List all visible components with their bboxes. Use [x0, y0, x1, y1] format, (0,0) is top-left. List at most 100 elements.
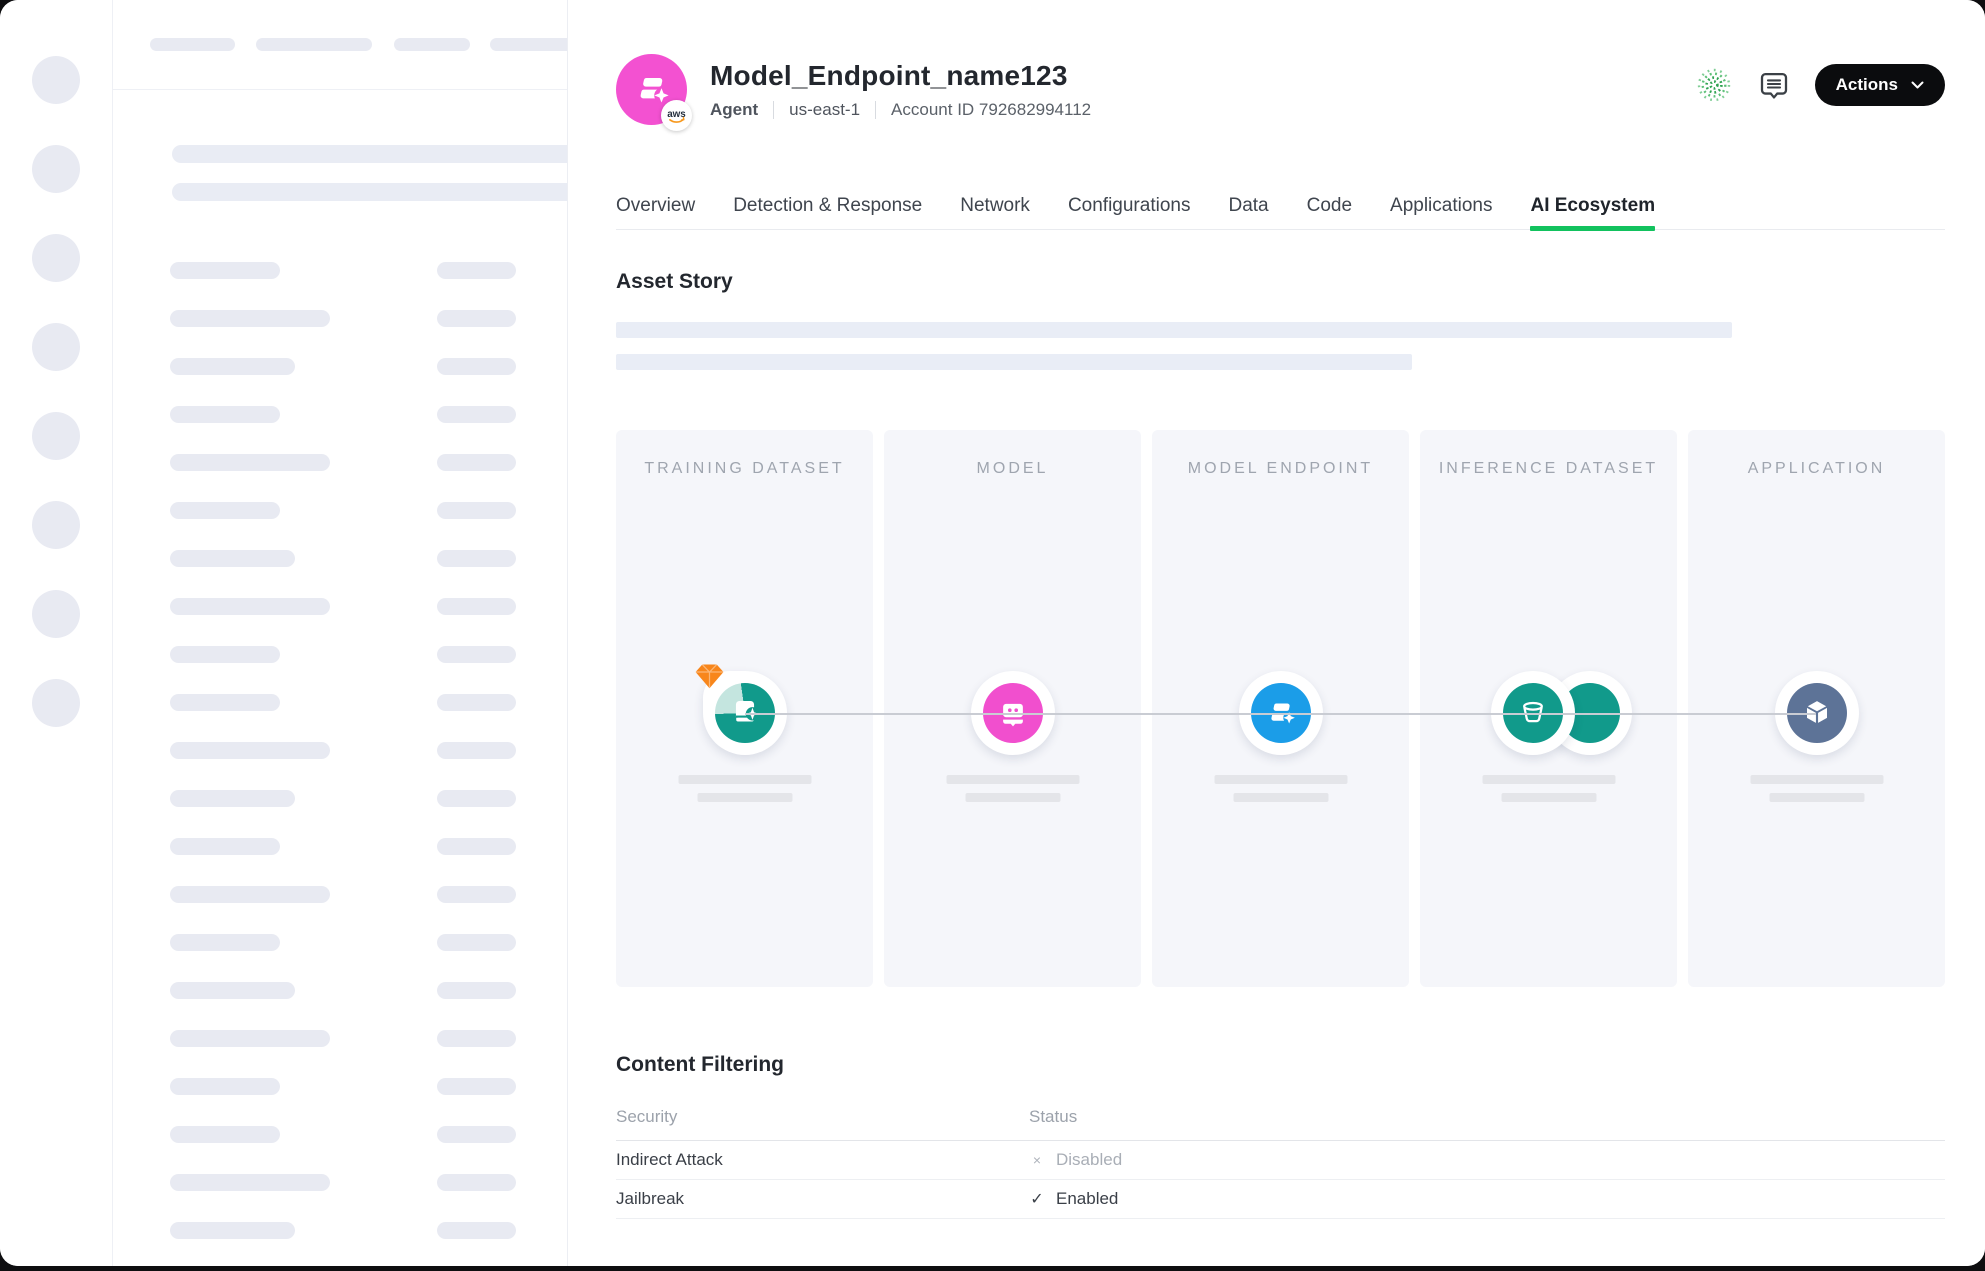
skeleton-bar — [437, 550, 516, 567]
sidebar-avatar-skeleton — [32, 323, 80, 371]
pipeline-column-label: MODEL ENDPOINT — [1152, 460, 1409, 478]
asset-type: Agent — [710, 100, 758, 120]
table-row: Indirect Attack × Disabled — [616, 1141, 1945, 1180]
tab-network[interactable]: Network — [960, 195, 1030, 229]
skeleton-bar — [437, 358, 516, 375]
tab-detection-response[interactable]: Detection & Response — [733, 195, 922, 229]
asset-region: us-east-1 — [789, 100, 860, 120]
skeleton-bar — [437, 742, 516, 759]
skeleton-bar — [697, 793, 792, 802]
pipeline-column-label: TRAINING DATASET — [616, 460, 873, 478]
skeleton-bar — [678, 775, 811, 784]
sidebar-skeleton-row — [113, 886, 567, 903]
asset-titles: Model_Endpoint_name123 Agent us-east-1 A… — [710, 60, 1091, 120]
skeleton-bar — [170, 310, 330, 327]
sidebar-rail — [0, 0, 112, 1266]
skeleton-bar — [437, 454, 516, 471]
skeleton-bar — [170, 790, 295, 807]
avatar: aws — [616, 54, 687, 125]
sidebar-skeleton-row — [113, 310, 567, 327]
skeleton-bar — [437, 502, 516, 519]
actions-button[interactable]: Actions — [1815, 64, 1945, 106]
sidebar-skeleton-row — [113, 1030, 567, 1047]
skeleton-bar — [170, 934, 280, 951]
pipeline-column-label: APPLICATION — [1688, 460, 1945, 478]
sidebar-skeleton-row — [113, 1222, 567, 1239]
skeleton-bar — [172, 183, 568, 201]
tab-data[interactable]: Data — [1228, 195, 1268, 229]
skeleton-bar — [1769, 793, 1864, 802]
status-text: Disabled — [1056, 1150, 1122, 1170]
tab-applications[interactable]: Applications — [1390, 195, 1492, 229]
app-card: aws Model_Endpoint_name123 Agent us-east… — [0, 0, 1985, 1266]
pipeline-column-label: MODEL — [884, 460, 1141, 478]
sidebar-avatar-skeleton — [32, 56, 80, 104]
sidebar-skeleton-row — [113, 598, 567, 615]
sidebar-avatar-skeleton — [32, 234, 80, 282]
sidebar-avatar-skeleton — [32, 145, 80, 193]
skeleton-bar — [437, 934, 516, 951]
table-header: Security Status — [616, 1099, 1945, 1141]
column-header-status: Status — [1029, 1107, 1945, 1127]
skeleton-bar — [490, 38, 568, 51]
sidebar-skeleton-row — [113, 646, 567, 663]
ai-ecosystem-pipeline: TRAINING DATASET — [616, 430, 1945, 987]
skeleton-bar — [437, 262, 516, 279]
sidebar-skeleton-header — [113, 0, 567, 90]
security-cell: Jailbreak — [616, 1189, 1029, 1209]
pipeline-column-inference-dataset: INFERENCE DATASET — [1420, 430, 1677, 987]
sidebar-skeleton-row — [113, 934, 567, 951]
skeleton-bar — [170, 1126, 280, 1143]
sidebar-skeleton-row — [113, 742, 567, 759]
skeleton-bar — [1482, 775, 1615, 784]
skeleton-bar — [437, 1222, 516, 1239]
asset-identity: aws Model_Endpoint_name123 Agent us-east… — [616, 54, 1091, 125]
skeleton-bar — [1750, 775, 1883, 784]
skeleton-bar — [170, 550, 295, 567]
skeleton-bar — [437, 694, 516, 711]
content-filtering-table: Security Status Indirect Attack × Disabl… — [616, 1099, 1945, 1219]
sidebar-skeleton-rows — [113, 262, 567, 1266]
sidebar-avatar-skeleton — [32, 412, 80, 460]
skeleton-bar — [437, 790, 516, 807]
skeleton-bar — [150, 38, 235, 51]
skeleton-bar — [437, 1174, 516, 1191]
sidebar-skeleton-row — [113, 550, 567, 567]
sidebar-skeleton-row — [113, 454, 567, 471]
skeleton-bar — [1214, 775, 1347, 784]
sentinel-burst-icon[interactable] — [1695, 66, 1733, 104]
skeleton-bar — [170, 502, 280, 519]
skeleton-bar — [170, 1222, 295, 1239]
sidebar-skeleton-row — [113, 1078, 567, 1095]
tab-overview[interactable]: Overview — [616, 195, 695, 229]
asset-header: aws Model_Endpoint_name123 Agent us-east… — [616, 54, 1945, 125]
skeleton-bar — [437, 1126, 516, 1143]
skeleton-bar — [170, 1030, 330, 1047]
skeleton-bar — [437, 1030, 516, 1047]
aws-badge-icon: aws — [661, 100, 692, 131]
asset-story-title: Asset Story — [616, 270, 1945, 294]
pipeline-column-model: MODEL — [884, 430, 1141, 987]
skeleton-bar — [170, 886, 330, 903]
sidebar-skeleton-panel — [112, 0, 568, 1266]
pipeline-column-training-dataset: TRAINING DATASET — [616, 430, 873, 987]
sidebar-skeleton-row — [113, 406, 567, 423]
table-row: Jailbreak ✓ Enabled — [616, 1180, 1945, 1219]
tab-code[interactable]: Code — [1307, 195, 1352, 229]
sidebar-skeleton-row — [113, 790, 567, 807]
skeleton-bar — [170, 262, 280, 279]
comment-icon[interactable] — [1758, 69, 1790, 101]
sidebar-skeleton-row — [113, 1174, 567, 1191]
tab-configurations[interactable]: Configurations — [1068, 195, 1191, 229]
sidebar-skeleton-row — [113, 982, 567, 999]
sidebar-skeleton-row — [113, 838, 567, 855]
sidebar-avatar-skeleton — [32, 501, 80, 549]
column-header-security: Security — [616, 1107, 1029, 1127]
skeleton-bar — [172, 145, 568, 163]
skeleton-bar — [437, 598, 516, 615]
actions-button-label: Actions — [1836, 75, 1898, 95]
tab-ai-ecosystem[interactable]: AI Ecosystem — [1530, 195, 1655, 229]
sidebar-skeleton-row — [113, 1126, 567, 1143]
skeleton-bar — [394, 38, 470, 51]
skeleton-bar — [616, 354, 1412, 370]
